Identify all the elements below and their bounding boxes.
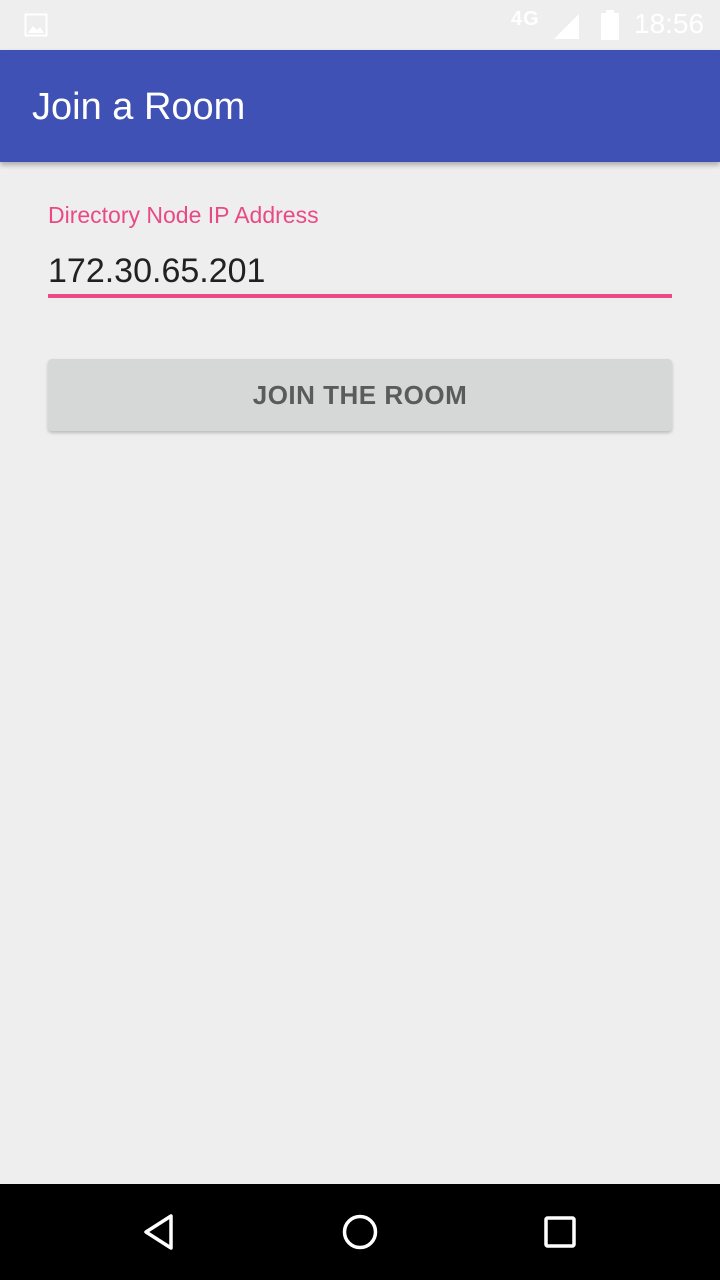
back-button[interactable] xyxy=(100,1184,220,1280)
status-bar: 4G 18:56 xyxy=(0,0,720,50)
status-clock: 18:56 xyxy=(634,8,705,39)
network-type: 4G xyxy=(511,8,540,30)
ip-address-input[interactable] xyxy=(48,248,672,298)
app-bar: Join a Room xyxy=(0,50,720,162)
home-button[interactable] xyxy=(300,1184,420,1280)
recents-icon xyxy=(544,1216,576,1248)
screen: 4G 18:56 Join a Room Directory Node IP A… xyxy=(0,0,720,1280)
signal-icon xyxy=(554,14,579,39)
picture-icon xyxy=(24,13,48,37)
page-title: Join a Room xyxy=(32,86,246,128)
recents-button[interactable] xyxy=(500,1184,620,1280)
back-icon xyxy=(144,1214,173,1250)
ip-address-label: Directory Node IP Address xyxy=(48,202,319,228)
home-icon xyxy=(342,1214,378,1250)
navigation-bar xyxy=(0,1184,720,1280)
join-room-button[interactable]: JOIN THE ROOM xyxy=(48,359,672,431)
battery-icon xyxy=(601,10,619,40)
